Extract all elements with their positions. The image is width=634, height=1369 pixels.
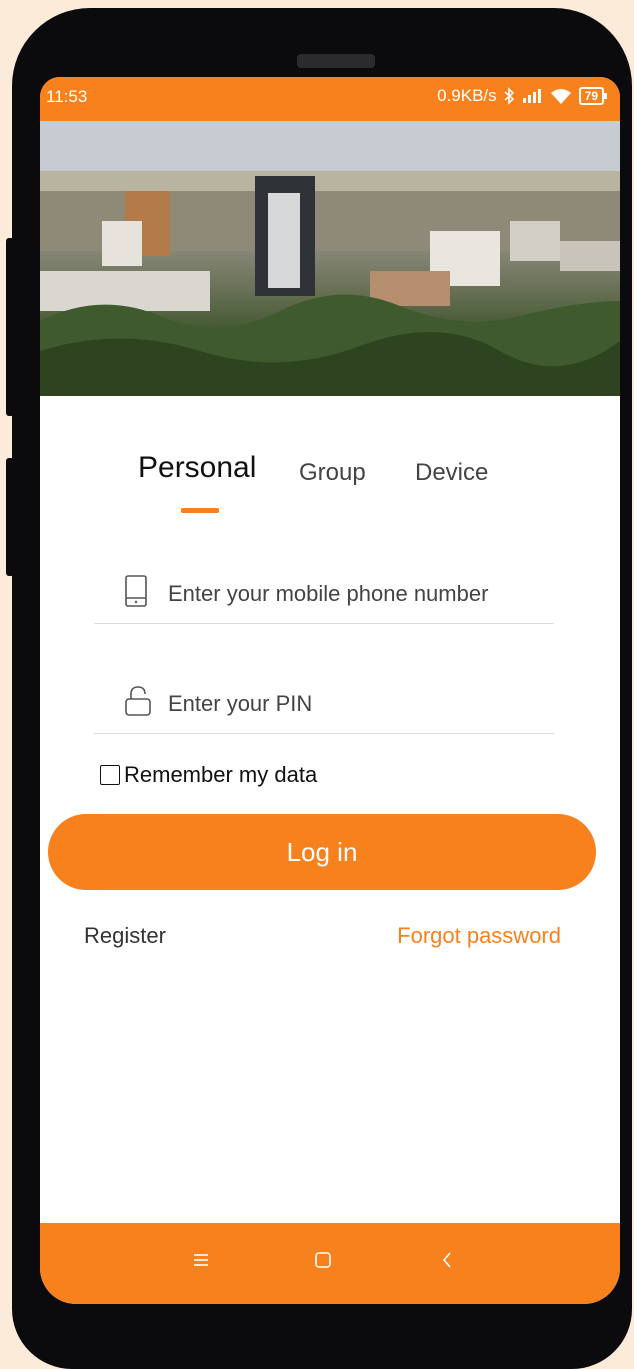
- login-type-tabs: Personal Group Device: [40, 451, 620, 519]
- tab-group[interactable]: Group: [299, 459, 366, 487]
- remember-label: Remember my data: [124, 762, 318, 787]
- battery-icon: 79: [578, 87, 608, 105]
- speaker-grille: [297, 54, 375, 68]
- home-square-icon[interactable]: [314, 1251, 332, 1269]
- wifi-icon: [550, 89, 571, 104]
- active-tab-indicator: [181, 508, 219, 513]
- system-nav-bar: [40, 1223, 620, 1304]
- back-chevron-icon[interactable]: [438, 1251, 456, 1269]
- volume-button: [6, 238, 14, 416]
- screen: 11:53 0.9KB/s 79 Personal Group Device E…: [40, 77, 620, 1304]
- menu-icon[interactable]: [192, 1251, 210, 1269]
- lock-icon: [125, 686, 151, 716]
- signal-icon: [522, 89, 541, 103]
- tab-device[interactable]: Device: [415, 459, 488, 487]
- phone-input[interactable]: [166, 575, 550, 613]
- status-bar: 11:53 0.9KB/s 79: [40, 77, 620, 121]
- net-speed: 0.9KB/s: [437, 86, 497, 105]
- phone-icon: [125, 575, 147, 607]
- status-time: 11:53: [46, 87, 88, 106]
- login-button[interactable]: Log in: [48, 814, 596, 890]
- register-link[interactable]: Register: [84, 923, 166, 949]
- bluetooth-icon: [504, 87, 514, 105]
- power-button: [6, 458, 14, 576]
- city-banner-image: [40, 121, 620, 396]
- pin-field: [94, 677, 554, 734]
- forgot-password-link[interactable]: Forgot password: [397, 923, 561, 949]
- remember-checkbox-row[interactable]: Remember my data: [100, 762, 317, 788]
- pin-input[interactable]: [166, 685, 550, 723]
- tab-personal[interactable]: Personal: [138, 451, 256, 485]
- phone-field: [94, 567, 554, 624]
- remember-checkbox[interactable]: [100, 765, 120, 785]
